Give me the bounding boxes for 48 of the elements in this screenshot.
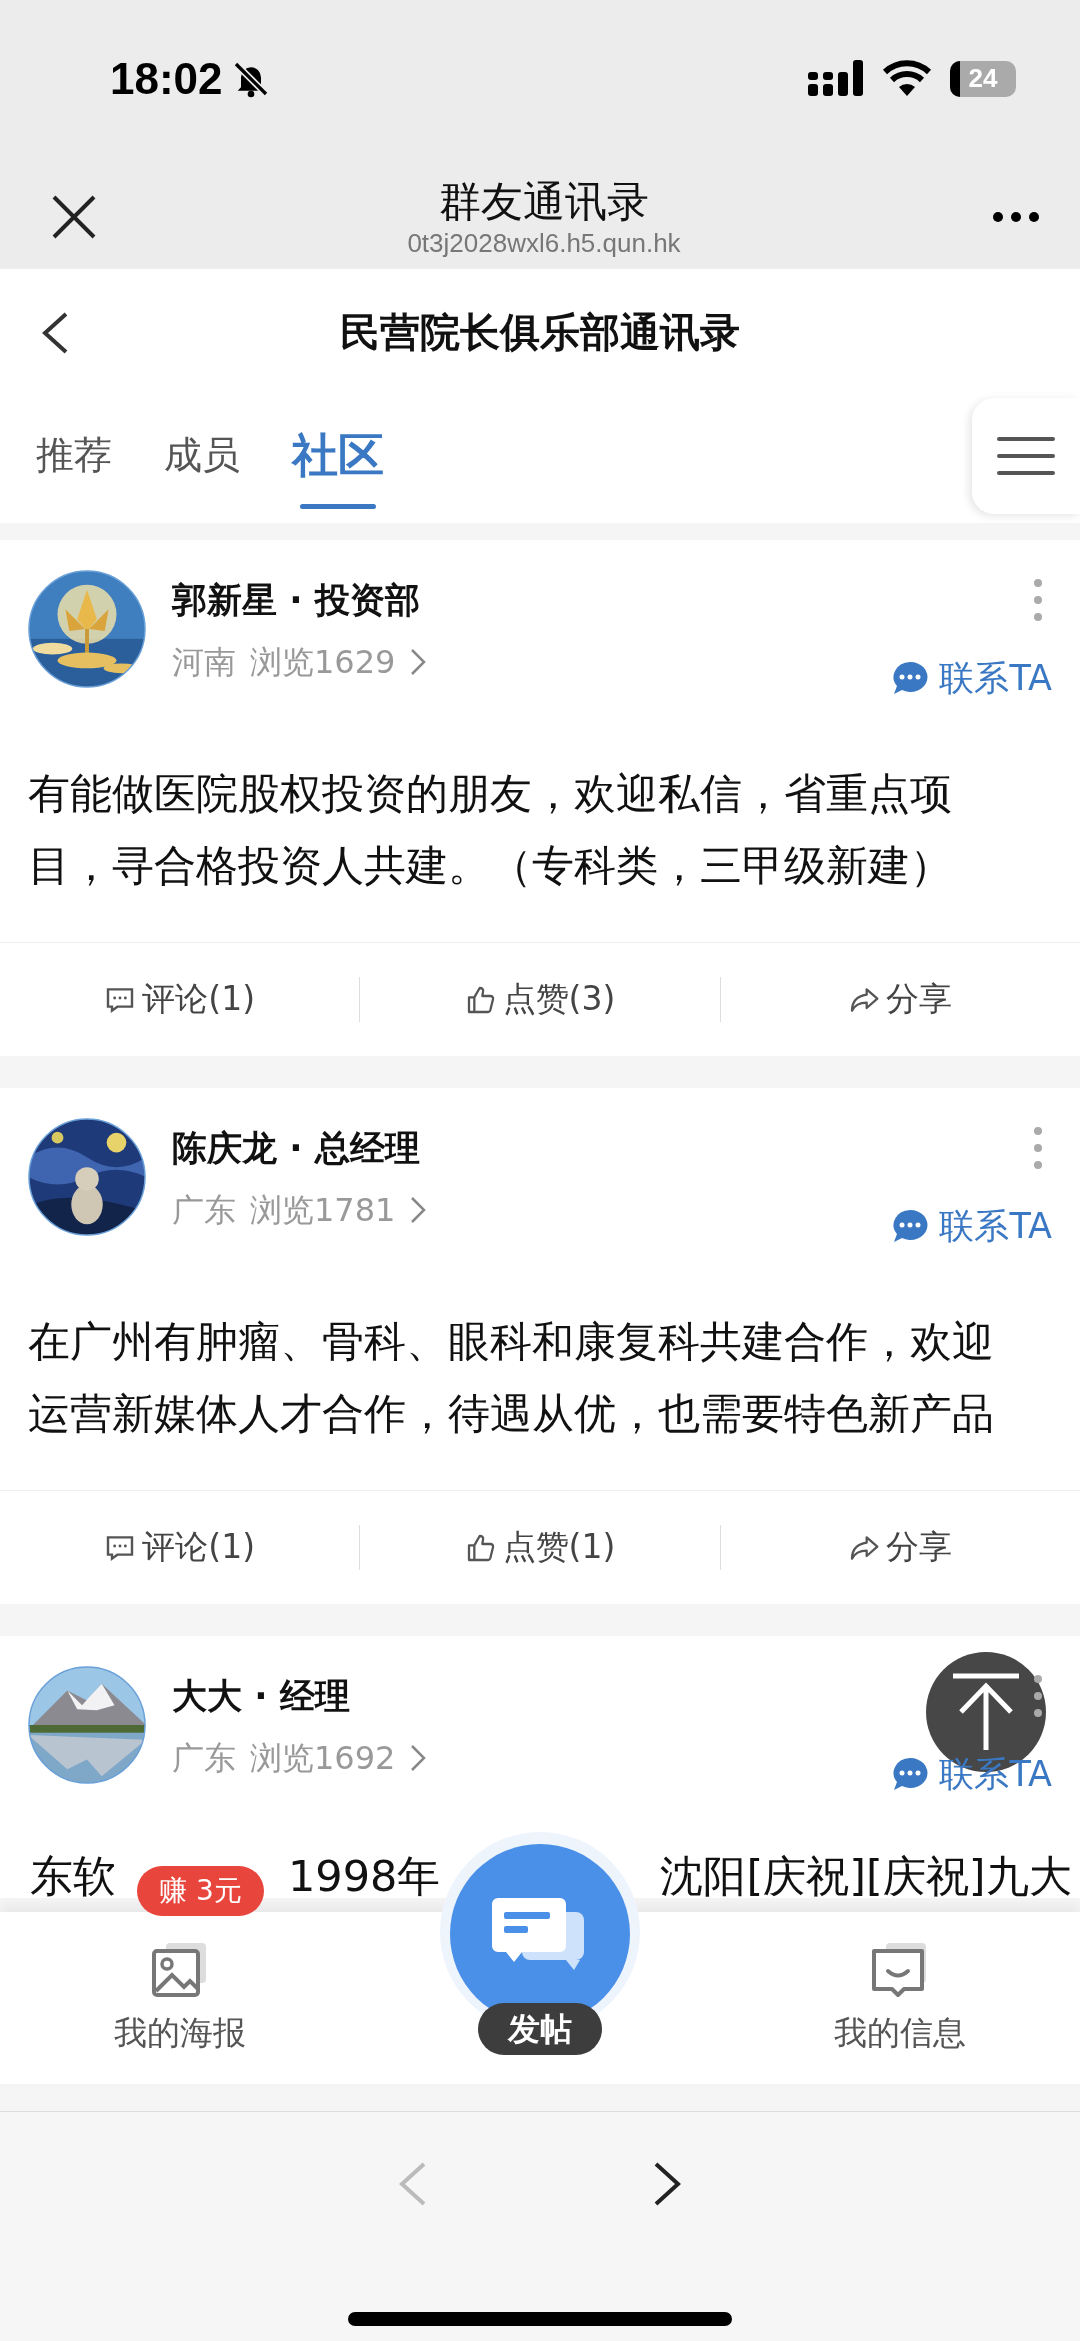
battery-level: 24	[950, 60, 1016, 97]
post-text: 在广州有肿瘤、骨科、眼科和康复科共建合作，欢迎运营新媒体人才合作，待遇从优，也需要特色新产品	[28, 1316, 995, 1440]
chevron-right-icon[interactable]	[409, 1195, 428, 1225]
chat-bubble-icon	[891, 1756, 930, 1792]
like-button[interactable]: 点赞(1)	[464, 1525, 616, 1570]
author-region: 河南	[172, 642, 236, 683]
signal-icon	[808, 59, 864, 98]
menu-button[interactable]	[972, 398, 1080, 514]
page-title: 民营院长俱乐部通讯录	[340, 308, 740, 357]
share-button[interactable]: 分享	[848, 1525, 953, 1570]
menu-icon	[997, 436, 1055, 476]
chevron-right-icon[interactable]	[409, 647, 428, 677]
contact-button[interactable]: 联系TA	[891, 1208, 1052, 1244]
author-name: 陈庆龙 · 总经理	[172, 1127, 421, 1170]
close-icon[interactable]	[52, 195, 96, 239]
view-count: 浏览1781	[250, 1190, 396, 1231]
like-button[interactable]: 点赞(3)	[464, 977, 616, 1022]
post-text: 东软	[30, 1854, 116, 1898]
contact-button[interactable]: 联系TA	[891, 660, 1052, 696]
wifi-icon	[882, 59, 932, 98]
arrow-up-icon	[951, 1672, 1021, 1752]
comment-button[interactable]: 评论(1)	[104, 977, 256, 1022]
post-text: 1998年	[288, 1854, 441, 1898]
post-text: 有能做医院股权投资的朋友，欢迎私信，省重点项目，寻合格投资人共建。（专科类，三甲级新建）	[28, 768, 953, 892]
chat-bubble-icon	[891, 660, 930, 696]
share-button[interactable]: 分享	[848, 977, 953, 1022]
author-name: 郭新星 · 投资部	[172, 579, 421, 622]
more-icon[interactable]	[992, 211, 1040, 223]
post-text: 沈阳[庆祝][庆祝]九大	[660, 1854, 1072, 1898]
back-icon[interactable]	[40, 311, 70, 355]
author-region: 广东	[172, 1190, 236, 1231]
chevron-right-icon[interactable]	[409, 1743, 428, 1773]
nav-item[interactable]: 我的海报	[114, 1939, 246, 2056]
reward-badge: 赚 3元	[137, 1866, 264, 1916]
tab[interactable]: 社区	[292, 410, 384, 509]
page-url: 0t3j2028wxl6.h5.qun.hk	[407, 228, 681, 258]
browser-title: 群友通讯录	[439, 176, 649, 228]
author-region: 广东	[172, 1738, 236, 1779]
tab[interactable]: 成员	[164, 416, 240, 503]
chat-bubble-icon	[891, 1208, 930, 1244]
comment-button[interactable]: 评论(1)	[104, 1525, 256, 1570]
author-name: 大大 · 经理	[172, 1675, 351, 1718]
view-count: 浏览1692	[250, 1738, 396, 1779]
more-vertical-icon[interactable]	[1032, 1674, 1044, 1718]
view-count: 浏览1629	[250, 642, 396, 683]
nav-item[interactable]: 我的信息	[834, 1939, 966, 2056]
status-time: 18:02	[110, 53, 223, 104]
tab[interactable]: 推荐	[36, 416, 112, 503]
